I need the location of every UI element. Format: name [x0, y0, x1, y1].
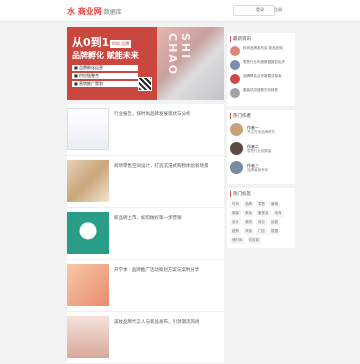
authors-panel: 热门作者 作者一 专注时尚品牌研究 作者二 零售行业观察者 作者三 品牌营销专家 — [227, 110, 295, 184]
avatar[interactable] — [230, 161, 243, 174]
sidebar: 最新资讯 时尚品牌发布会 新品亮相 零售行业年度数据报告出炉 品牌联名合作新模式… — [227, 33, 295, 252]
author-info: 作者一 专注时尚品牌研究 — [247, 125, 275, 135]
main-content: 从0到1 时尚 品牌 品牌孵化 赋能未来 ■ 品牌孵化运营 ■ 供应链整合 ■ … — [67, 27, 224, 364]
article-feed: 行业报告，快时尚品牌发展现状与分析 商场零售空间设计，打造沉浸式购物体验新场景 … — [67, 104, 224, 364]
author-desc: 零售行业观察者 — [247, 148, 272, 153]
news-thumbnail — [230, 88, 240, 98]
tag-item[interactable]: 商业 — [256, 219, 267, 226]
article-title[interactable]: 行业报告，快时尚品牌发展现状与分析 — [114, 112, 220, 118]
author-item[interactable]: 作者一 专注时尚品牌研究 — [230, 123, 292, 136]
top-bar: 水 商业网 数据库 登录 注册 — [0, 0, 360, 22]
author-item[interactable]: 作者二 零售行业观察者 — [230, 142, 292, 155]
author-desc: 品牌营销专家 — [247, 167, 268, 172]
news-thumbnail — [230, 74, 240, 84]
news-panel: 最新资讯 时尚品牌发布会 新品亮相 零售行业年度数据报告出炉 品牌联名合作新模式… — [227, 33, 295, 106]
news-item[interactable]: 品牌联名合作新模式探索 — [230, 74, 292, 84]
news-item-text[interactable]: 服装供应链数字化转型 — [243, 88, 278, 93]
tag-item[interactable]: 营销 — [269, 201, 280, 208]
hero-banner[interactable]: 从0到1 时尚 品牌 品牌孵化 赋能未来 ■ 品牌孵化运营 ■ 供应链整合 ■ … — [67, 27, 224, 100]
news-item[interactable]: 零售行业年度数据报告出炉 — [230, 60, 292, 70]
article-title[interactable]: 商场零售空间设计，打造沉浸式购物体验新场景 — [114, 164, 220, 170]
article-card[interactable]: 美妆品牌代言人与新品发布，引领潮流风尚 — [67, 312, 224, 364]
author-item[interactable]: 作者三 品牌营销专家 — [230, 161, 292, 174]
register-link[interactable]: 注册 — [274, 7, 282, 13]
tag-item[interactable]: 时尚 — [230, 201, 241, 208]
site-logo[interactable]: 水 商业网 数据库 — [67, 6, 122, 17]
news-item[interactable]: 时尚品牌发布会 新品亮相 — [230, 46, 292, 56]
article-thumbnail[interactable] — [67, 160, 109, 202]
article-thumbnail[interactable] — [67, 212, 109, 254]
tag-item[interactable]: 供应链 — [246, 237, 261, 244]
author-info: 作者三 品牌营销专家 — [247, 163, 268, 173]
tag-item[interactable]: 快时尚 — [230, 237, 245, 244]
article-thumbnail[interactable] — [67, 316, 109, 358]
tag-item[interactable]: 美妆 — [243, 210, 254, 217]
tags-panel: 热门标签 时尚 品牌 零售 营销 服装 美妆 奢侈品 电商 设计 潮流 商业 运… — [227, 188, 295, 248]
tag-item[interactable]: 运营 — [269, 219, 280, 226]
banner-title: 从0到1 — [72, 36, 110, 49]
banner-subtitle: 品牌孵化 赋能未来 — [72, 51, 139, 60]
tags-panel-title: 热门标签 — [230, 191, 292, 197]
avatar[interactable] — [230, 142, 243, 155]
article-thumbnail[interactable] — [67, 108, 109, 150]
tag-item[interactable]: 零售 — [256, 201, 267, 208]
article-card[interactable]: 行业报告，快时尚品牌发展现状与分析 — [67, 104, 224, 156]
article-card[interactable]: 开学季 · 品牌推广活动策划方案与案例分享 — [67, 260, 224, 312]
tag-item[interactable]: 电商 — [272, 210, 284, 217]
login-link[interactable]: 登录 — [256, 7, 264, 13]
avatar[interactable] — [230, 123, 243, 136]
author-info: 作者二 零售行业观察者 — [247, 144, 272, 154]
tag-item[interactable]: 趋势 — [230, 228, 241, 235]
tag-item[interactable]: 潮流 — [243, 219, 254, 226]
authors-panel-title: 热门作者 — [230, 113, 292, 119]
tag-item[interactable]: 消费 — [243, 228, 254, 235]
banner-list-item: ■ 营销推广策划 — [72, 81, 138, 87]
news-item-text[interactable]: 时尚品牌发布会 新品亮相 — [243, 46, 283, 51]
tag-item[interactable]: 服装 — [230, 210, 241, 217]
news-thumbnail — [230, 46, 240, 56]
top-nav: 登录 注册 — [256, 7, 282, 13]
news-item-text[interactable]: 零售行业年度数据报告出炉 — [243, 60, 285, 65]
news-item[interactable]: 服装供应链数字化转型 — [230, 88, 292, 98]
author-desc: 专注时尚品牌研究 — [247, 129, 275, 134]
banner-list-item: ■ 供应链整合 — [72, 73, 138, 79]
banner-list: ■ 品牌孵化运营 ■ 供应链整合 ■ 营销推广策划 — [72, 65, 138, 89]
tag-item[interactable]: 奢侈品 — [256, 210, 271, 217]
article-thumbnail[interactable] — [67, 264, 109, 306]
tag-list: 时尚 品牌 零售 营销 服装 美妆 奢侈品 电商 设计 潮流 商业 运营 趋势 … — [230, 201, 292, 244]
article-card[interactable]: 商场零售空间设计，打造沉浸式购物体验新场景 — [67, 156, 224, 208]
banner-list-item: ■ 品牌孵化运营 — [72, 65, 138, 71]
banner-tag: 时尚 品牌 — [110, 40, 132, 48]
tag-item[interactable]: 门店 — [256, 228, 267, 235]
news-thumbnail — [230, 60, 240, 70]
tag-item[interactable]: 设计 — [230, 219, 241, 226]
news-panel-title: 最新资讯 — [230, 36, 292, 42]
qr-code — [138, 77, 152, 91]
tag-item[interactable]: 数据 — [269, 228, 280, 235]
article-card[interactable]: 新品牌上市，如何做好第一步营销 — [67, 208, 224, 260]
banner-watermark: SHI CHAO — [166, 33, 192, 77]
article-title[interactable]: 开学季 · 品牌推广活动策划方案与案例分享 — [114, 268, 220, 274]
article-title[interactable]: 美妆品牌代言人与新品发布，引领潮流风尚 — [114, 320, 220, 326]
logo-mark: 水 商业网 — [67, 7, 102, 16]
article-title[interactable]: 新品牌上市，如何做好第一步营销 — [114, 216, 220, 222]
tag-item[interactable]: 品牌 — [243, 201, 254, 208]
news-item-text[interactable]: 品牌联名合作新模式探索 — [243, 74, 282, 79]
logo-sub: 数据库 — [103, 9, 122, 16]
